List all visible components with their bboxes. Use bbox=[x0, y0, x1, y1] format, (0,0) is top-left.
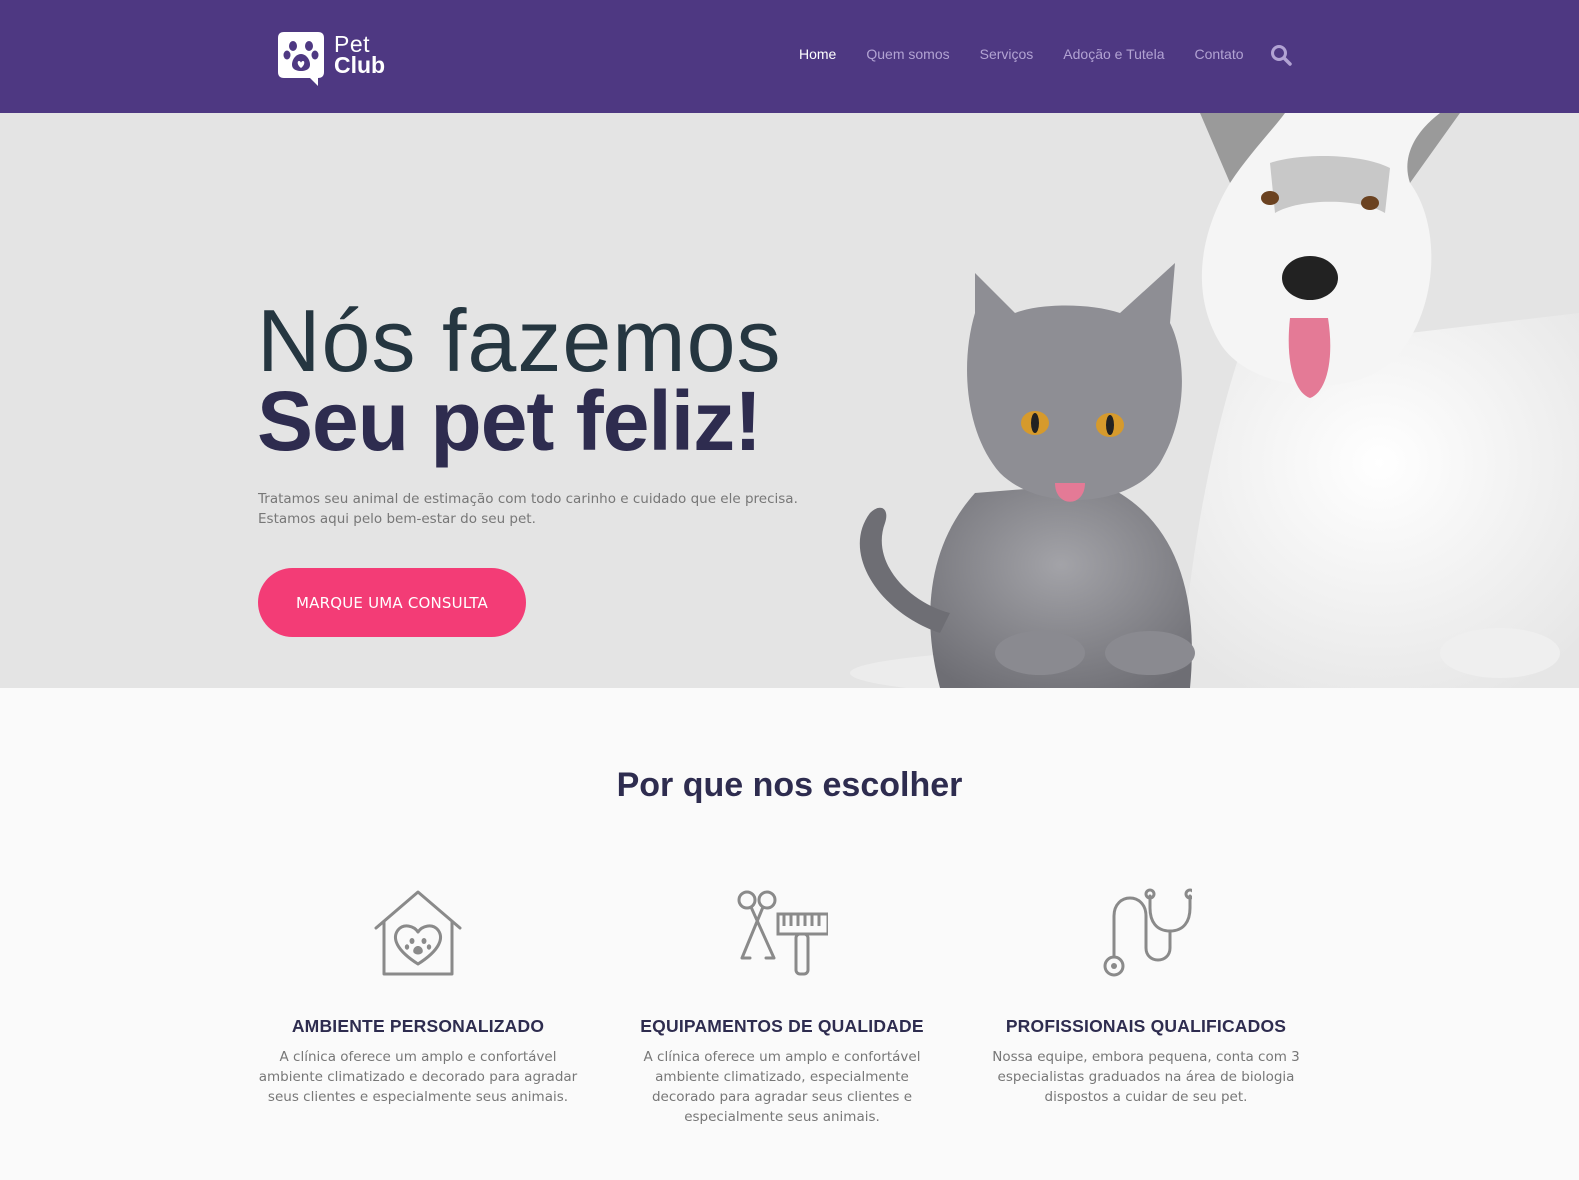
nav-home[interactable]: Home bbox=[799, 44, 836, 64]
feature-text: Nossa equipe, embora pequena, conta com … bbox=[992, 1049, 1300, 1105]
hero-section: Nós fazemos Seu pet feliz! Tratamos seu … bbox=[0, 113, 1579, 688]
site-header: Pet Club Home Quem somos Serviços Adoção… bbox=[0, 0, 1579, 113]
nav-contato[interactable]: Contato bbox=[1194, 44, 1243, 64]
main-nav: Home Quem somos Serviços Adoção e Tutela… bbox=[799, 44, 1274, 64]
hero-description-line1: Tratamos seu animal de estimação com tod… bbox=[258, 491, 798, 507]
paw-chat-bubble-icon bbox=[278, 32, 324, 86]
logo[interactable]: Pet Club bbox=[278, 28, 398, 86]
feature-qualified-professionals: PROFISSIONAIS QUALIFICADOS Nossa equipe,… bbox=[976, 886, 1316, 1107]
why-choose-us-title: Por que nos escolher bbox=[616, 766, 963, 804]
book-appointment-button[interactable]: MARQUE UMA CONSULTA bbox=[258, 568, 526, 637]
logo-text: Pet Club bbox=[334, 33, 386, 78]
nav-quem-somos[interactable]: Quem somos bbox=[866, 44, 949, 64]
stethoscope-icon bbox=[1103, 888, 1192, 977]
cat-and-dog-image bbox=[800, 113, 1579, 688]
hero-title-line2: Seu pet feliz! bbox=[257, 374, 762, 468]
search-icon[interactable] bbox=[1270, 44, 1292, 66]
hero-description: Tratamos seu animal de estimação com tod… bbox=[258, 489, 818, 529]
hero-title-line1: Nós fazemos bbox=[257, 291, 782, 390]
feature-title: PROFISSIONAIS QUALIFICADOS bbox=[1005, 1016, 1287, 1036]
feature-title: AMBIENTE PERSONALIZADO bbox=[291, 1016, 545, 1036]
grooming-tools-icon bbox=[737, 890, 828, 976]
nav-adocao-tutela[interactable]: Adoção e Tutela bbox=[1063, 44, 1164, 64]
nav-servicos[interactable]: Serviços bbox=[980, 44, 1034, 64]
logo-name-line2: Club bbox=[334, 52, 386, 78]
feature-title: EQUIPAMENTOS DE QUALIDADE bbox=[640, 1016, 924, 1036]
feature-quality-equipment: EQUIPAMENTOS DE QUALIDADE A clínica ofer… bbox=[612, 886, 952, 1127]
pet-house-icon bbox=[374, 890, 462, 976]
feature-text: A clínica oferece um amplo e confortável… bbox=[643, 1049, 921, 1125]
hero-description-line2: Estamos aqui pelo bem-estar do seu pet. bbox=[258, 511, 536, 527]
feature-personalized-environment: AMBIENTE PERSONALIZADO A clínica oferece… bbox=[248, 886, 588, 1107]
feature-text: A clínica oferece um amplo e confortável… bbox=[258, 1049, 578, 1105]
